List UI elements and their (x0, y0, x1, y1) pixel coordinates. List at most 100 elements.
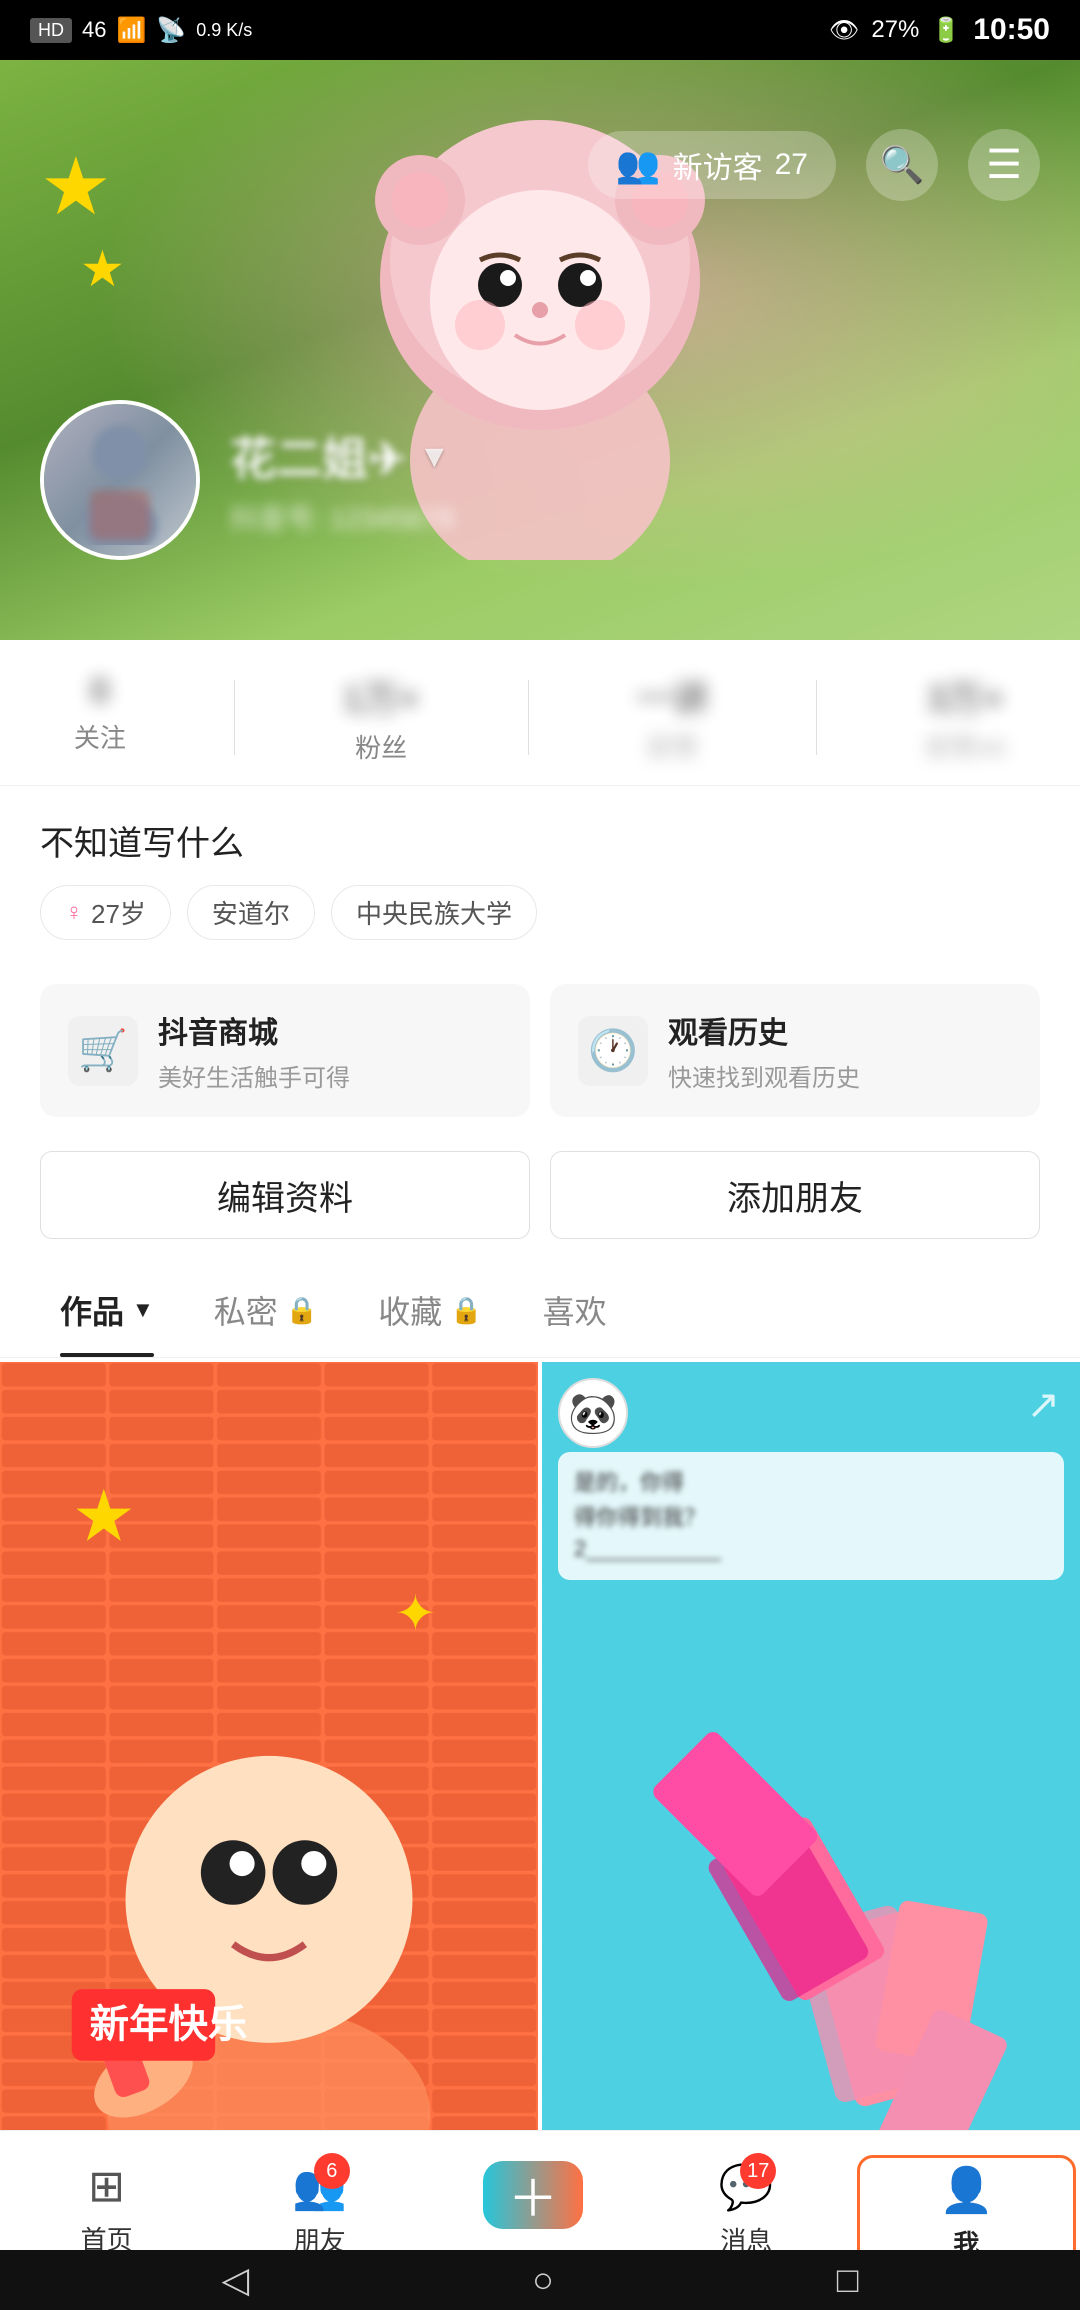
battery-icon: 🔋 (931, 16, 961, 45)
stat-divider-2 (528, 680, 529, 755)
tab-private[interactable]: 私密 🔒 (184, 1263, 348, 1357)
tab-works-dropdown-icon: ▼ (132, 1297, 154, 1323)
shop-text: 抖音商城 美好生活触手可得 (158, 1008, 350, 1093)
eye-icon: 👁 (829, 16, 859, 45)
gesture-navigation-bar: ◁ ○ □ (0, 2250, 1080, 2310)
status-left: HD 46 📶 📡 0.9 K/s (30, 16, 252, 45)
hero-cover: ★ ★ (0, 60, 1080, 640)
followers-count: 1万+ (343, 670, 420, 722)
location-tag-text: 安道尔 (212, 894, 290, 931)
hero-navigation: 👥 新访客 27 🔍 ☰ (0, 120, 1080, 210)
stat-divider-3 (816, 680, 817, 755)
chat-text-line2: 得你得到我？ (574, 1503, 1048, 1534)
edit-profile-button[interactable]: 编辑资料 (40, 1151, 530, 1239)
grid-item-video[interactable]: 🐼 ↗ 是的，你得 得你得到我？ 2___________ ▶ 1万+ (542, 1362, 1080, 2130)
shop-icon: 🛒 (68, 1016, 138, 1086)
history-title: 观看历史 (668, 1008, 860, 1052)
stat-following[interactable]: 0 关注 (74, 670, 126, 765)
visitors-count: 27 (775, 148, 808, 182)
signal-icon: 📶 (116, 16, 146, 45)
chat-text-line3: 2___________ (574, 1534, 1048, 1565)
back-gesture-button[interactable]: ◁ (221, 2259, 249, 2301)
tab-collection[interactable]: 收藏 🔒 (348, 1263, 512, 1357)
avatar[interactable] (40, 400, 200, 560)
speed-indicator: 0.9 K/s (196, 20, 252, 41)
new-visitors-button[interactable]: 👥 新访客 27 (588, 131, 836, 199)
post-button[interactable]: ＋ (483, 2161, 583, 2229)
time-display: 10:50 (973, 13, 1050, 47)
private-lock-icon: 🔒 (286, 1295, 318, 1326)
tab-likes[interactable]: 喜欢 (513, 1263, 637, 1357)
following-label: 关注 (74, 718, 126, 755)
visitors-label: 新访客 (673, 143, 763, 187)
svg-text:✦: ✦ (395, 1585, 437, 1641)
likes1-label: 获赞 (646, 728, 698, 765)
main-content: 0 关注 1万+ 粉丝 一讲 获赞 3万+ 获赞44 不知道写什么 ♀ 27岁 … (0, 640, 1080, 2130)
hd-badge: HD (30, 18, 72, 43)
tab-works-label: 作品 (60, 1287, 124, 1333)
bio-section: 不知道写什么 ♀ 27岁 安道尔 中央民族大学 (0, 786, 1080, 960)
messages-badge: 17 (740, 2153, 776, 2189)
tab-works[interactable]: 作品 ▼ (30, 1263, 184, 1357)
chat-bubble: 是的，你得 得你得到我？ 2___________ (558, 1452, 1064, 1580)
menu-icon: ☰ (986, 142, 1022, 188)
star-decoration-2: ★ (80, 240, 125, 298)
age-tag-text: 27岁 (91, 894, 146, 931)
tag-school[interactable]: 中央民族大学 (331, 885, 537, 940)
tabs-bar: 作品 ▼ 私密 🔒 收藏 🔒 喜欢 (0, 1263, 1080, 1358)
history-card[interactable]: 🕐 观看历史 快速找到观看历史 (550, 984, 1040, 1117)
home-gesture-button[interactable]: ○ (532, 2259, 554, 2301)
tags-row: ♀ 27岁 安道尔 中央民族大学 (40, 885, 1040, 940)
content-grid: ★ ✦ 新年快乐 草稿 2 (0, 1358, 1080, 2130)
profile-id: 抖音号: 12345678 (230, 497, 454, 537)
stat-divider-1 (234, 680, 235, 755)
dropdown-arrow-icon[interactable]: ▼ (419, 438, 451, 475)
stat-followers[interactable]: 1万+ 粉丝 (343, 670, 420, 765)
likes1-count: 一讲 (636, 670, 708, 722)
nav-post[interactable]: ＋ (426, 2151, 639, 2239)
plus-icon: ＋ (508, 2159, 558, 2231)
profile-row: 花二姐✈ ▼ 抖音号: 12345678 (40, 400, 454, 560)
friends-badge: 6 (314, 2153, 350, 2189)
grid-item-draft[interactable]: ★ ✦ 新年快乐 草稿 2 (0, 1362, 538, 2130)
shop-subtitle: 美好生活触手可得 (158, 1058, 350, 1093)
tab-private-label: 私密 (214, 1287, 278, 1333)
tag-location[interactable]: 安道尔 (187, 885, 315, 940)
video-poster-avatar: 🐼 (558, 1378, 628, 1448)
username-text: 花二姐✈ (230, 423, 407, 489)
likes2-count: 3万+ (927, 670, 1004, 722)
stat-likes1[interactable]: 一讲 获赞 (636, 670, 708, 765)
stat-likes2[interactable]: 3万+ 获赞44 (925, 670, 1006, 765)
me-icon: 👤 (939, 2164, 994, 2216)
tab-likes-label: 喜欢 (543, 1287, 607, 1333)
status-bar: HD 46 📶 📡 0.9 K/s 👁 27% 🔋 10:50 (0, 0, 1080, 60)
profile-name-area: 花二姐✈ ▼ 抖音号: 12345678 (230, 423, 454, 537)
profile-name: 花二姐✈ ▼ (230, 423, 454, 489)
recent-gesture-button[interactable]: □ (837, 2259, 859, 2301)
quick-links: 🛒 抖音商城 美好生活触手可得 🕐 观看历史 快速找到观看历史 (0, 960, 1080, 1141)
school-tag-text: 中央民族大学 (356, 894, 512, 931)
share-icon: ↗ (1026, 1382, 1060, 1428)
chat-text-line1: 是的，你得 (574, 1468, 1048, 1499)
status-right: 👁 27% 🔋 10:50 (829, 13, 1050, 47)
home-icon: ⊞ (88, 2161, 125, 2212)
action-buttons: 编辑资料 添加朋友 (0, 1141, 1080, 1263)
tab-collection-label: 收藏 (378, 1287, 442, 1333)
history-text: 观看历史 快速找到观看历史 (668, 1008, 860, 1093)
add-friend-button[interactable]: 添加朋友 (550, 1151, 1040, 1239)
search-button[interactable]: 🔍 (866, 129, 938, 201)
following-count: 0 (90, 670, 110, 712)
svg-text:新年快乐: 新年快乐 (90, 2002, 248, 2046)
gender-icon: ♀ (65, 899, 83, 927)
collection-lock-icon: 🔒 (450, 1295, 482, 1326)
menu-button[interactable]: ☰ (968, 129, 1040, 201)
stats-row: 0 关注 1万+ 粉丝 一讲 获赞 3万+ 获赞44 (0, 640, 1080, 786)
svg-text:★: ★ (72, 1477, 136, 1557)
wifi-icon: 📡 (156, 16, 186, 45)
history-subtitle: 快速找到观看历史 (668, 1058, 860, 1093)
history-icon: 🕐 (578, 1016, 648, 1086)
bio-text: 不知道写什么 (40, 816, 1040, 865)
battery-level: 27% (871, 16, 919, 44)
tag-age[interactable]: ♀ 27岁 (40, 885, 171, 940)
shop-card[interactable]: 🛒 抖音商城 美好生活触手可得 (40, 984, 530, 1117)
